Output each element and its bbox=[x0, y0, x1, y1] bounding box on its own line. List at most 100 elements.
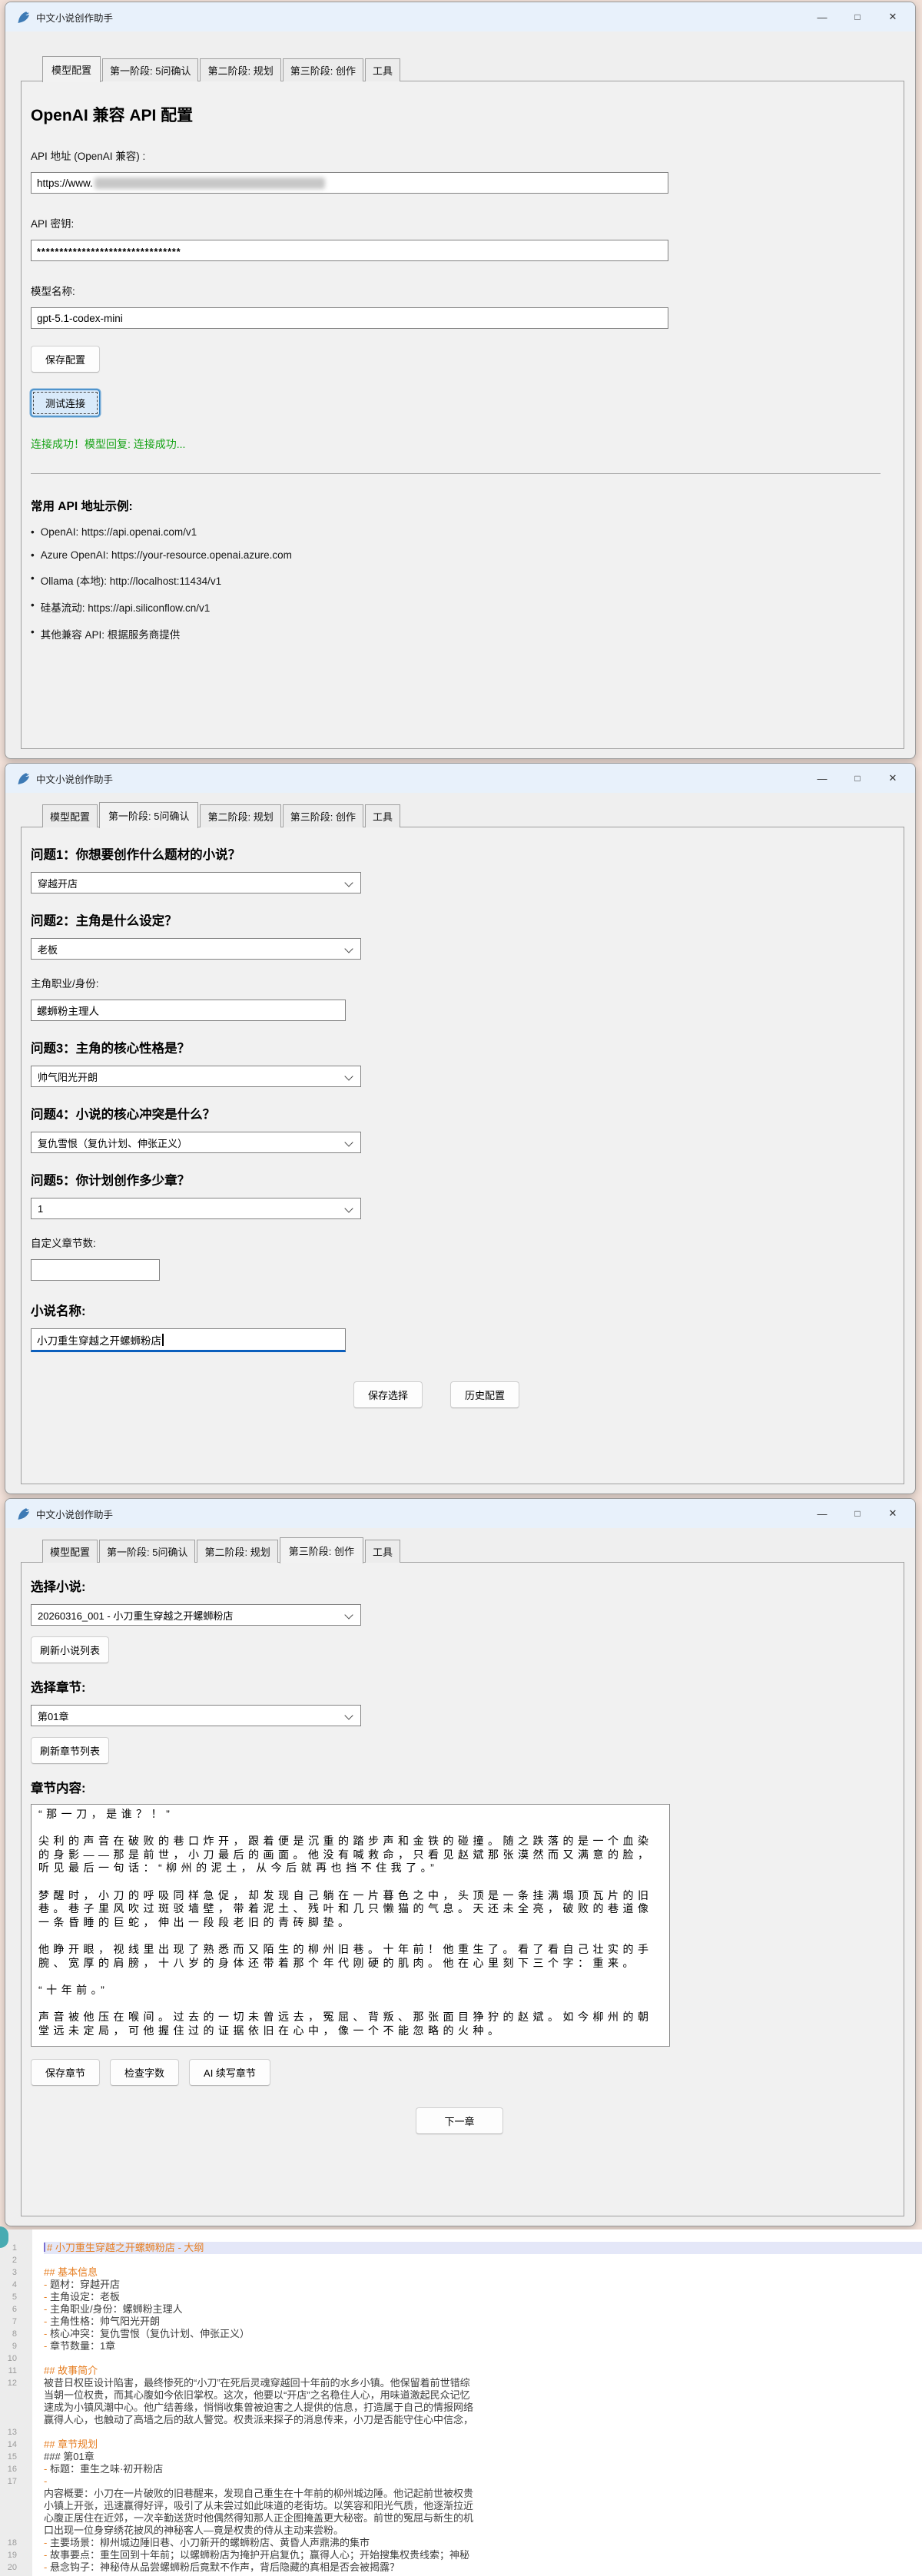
editor-row[interactable]: 速成为小镇风潮中心。他广结善缘，悄悄收集曾被迫害之人提供的信息，打造属于自己的情… bbox=[0, 2402, 922, 2414]
api-url-input[interactable]: https://www. bbox=[31, 172, 668, 194]
tab-stage2-planning[interactable]: 第二阶段: 规划 bbox=[200, 804, 280, 827]
editor-line-content: - 核心冲突：复仇雪恨（复仇计划、伸张正义） bbox=[44, 2328, 922, 2340]
chapter-count-select[interactable]: 1 bbox=[31, 1198, 361, 1219]
feather-app-icon bbox=[16, 772, 29, 785]
tab-model-config[interactable]: 模型配置 bbox=[42, 56, 101, 82]
refresh-chapters-button[interactable]: 刷新章节列表 bbox=[31, 1737, 109, 1764]
editor-row[interactable]: 5- 主角设定：老板 bbox=[0, 2291, 922, 2303]
protagonist-setting-select[interactable]: 老板 bbox=[31, 938, 361, 960]
editor-row[interactable]: 14## 章节规划 bbox=[0, 2438, 922, 2451]
editor-cursor bbox=[44, 2243, 45, 2252]
tab-model-config[interactable]: 模型配置 bbox=[42, 1540, 98, 1563]
line-number bbox=[0, 2500, 17, 2512]
editor-row[interactable]: 口出现一位身穿绣花披风的神秘客人—竟是权贵的侍从主动来尝粉。 bbox=[0, 2525, 922, 2537]
personality-select[interactable]: 帅气阳光开朗 bbox=[31, 1066, 361, 1087]
maximize-button[interactable]: □ bbox=[840, 2, 875, 31]
tab-stage1-5q[interactable]: 第一阶段: 5问确认 bbox=[102, 58, 198, 81]
history-config-button[interactable]: 历史配置 bbox=[450, 1381, 519, 1408]
novel-select[interactable]: 20260316_001 - 小刀重生穿越之开螺蛳粉店 bbox=[31, 1604, 361, 1626]
editor-row[interactable]: 7 - 主角性格：帅气阳光开朗 bbox=[0, 2316, 922, 2328]
minimize-button[interactable]: — bbox=[804, 1499, 840, 1528]
editor-row[interactable]: 4- 题材：穿越开店 bbox=[0, 2279, 922, 2291]
tab-tools[interactable]: 工具 bbox=[365, 58, 400, 81]
chapter-select-value: 第01章 bbox=[38, 1709, 68, 1723]
api-key-input[interactable]: ******************************** bbox=[31, 240, 668, 261]
tab-stage1-5q[interactable]: 第一阶段: 5问确认 bbox=[99, 1540, 195, 1563]
line-number: 3 bbox=[0, 2266, 17, 2279]
editor-row[interactable]: 心腹正居住在近郊，一次辛勤送货时他偶然得知那人正企图掩盖更大秘密。前世的冤屈与新… bbox=[0, 2512, 922, 2525]
conflict-select[interactable]: 复仇雪恨（复仇计划、伸张正义） bbox=[31, 1132, 361, 1153]
chapter-text-area[interactable]: “那一刀，是谁？！” 尖利的声音在破败的巷口炸开，跟着便是沉重的踏步声和金铁的碰… bbox=[31, 1804, 670, 2047]
editor-row[interactable]: 赢得人心，也触动了高墙之后的敌人警觉。权贵派来探子的消息传来，小刀是否能守住心中… bbox=[0, 2414, 922, 2426]
check-word-count-button[interactable]: 检查字数 bbox=[110, 2059, 179, 2086]
editor-row[interactable]: 11## 故事简介 bbox=[0, 2365, 922, 2377]
editor-row[interactable]: 当朝一位权贵，而其心腹如今依旧掌权。这次，他要以“开店”之名稳住人心，用味道激起… bbox=[0, 2389, 922, 2402]
chapter-select[interactable]: 第01章 bbox=[31, 1705, 361, 1726]
editor-row[interactable]: 2 bbox=[0, 2254, 922, 2266]
tab-stage3-writing[interactable]: 第三阶段: 创作 bbox=[283, 58, 363, 81]
close-button[interactable]: ✕ bbox=[875, 1499, 910, 1528]
titlebar: 中文小说创作助手 — □ ✕ bbox=[5, 2, 915, 31]
tab-tools[interactable]: 工具 bbox=[365, 1540, 400, 1563]
editor-line-content: - 标题：重生之味·初开粉店 bbox=[44, 2463, 922, 2475]
editor-line-content: - 主角性格：帅气阳光开朗 bbox=[44, 2316, 922, 2328]
tab-stage3-writing[interactable]: 第三阶段: 创作 bbox=[280, 1537, 363, 1563]
model-name-input[interactable]: gpt-5.1-codex-mini bbox=[31, 307, 668, 329]
connection-status: 连接成功！模型回复: 连接成功... bbox=[31, 436, 888, 452]
refresh-novels-button[interactable]: 刷新小说列表 bbox=[31, 1636, 109, 1663]
redacted-url-segment bbox=[95, 177, 325, 189]
api-url-label: API 地址 (OpenAI 兼容) : bbox=[31, 148, 888, 163]
close-button[interactable]: ✕ bbox=[875, 2, 910, 31]
line-number: 7 bbox=[0, 2316, 17, 2328]
next-chapter-button[interactable]: 下一章 bbox=[416, 2107, 502, 2134]
editor-row[interactable]: 13 bbox=[0, 2426, 922, 2438]
bullet-icon: • bbox=[31, 626, 35, 642]
editor-row[interactable]: 1# 小刀重生穿越之开螺蛳粉店 - 大纲 bbox=[0, 2242, 922, 2254]
editor-row[interactable]: 10 bbox=[0, 2352, 922, 2365]
close-button[interactable]: ✕ bbox=[875, 764, 910, 793]
editor-row[interactable]: 8- 核心冲突：复仇雪恨（复仇计划、伸张正义） bbox=[0, 2328, 922, 2340]
select-chapter-label: 选择章节: bbox=[31, 1677, 888, 1696]
editor-line-content: - 悬念钩子：神秘侍从品尝螺蛳粉后竟默不作声，背后隐藏的真相是否会被揭露？ bbox=[44, 2561, 922, 2574]
minimize-button[interactable]: — bbox=[804, 2, 840, 31]
text-cursor bbox=[162, 1334, 164, 1346]
editor-row[interactable]: 12被昔日权臣设计陷害，最终惨死的“小刀”在死后灵魂穿越回十年前的水乡小镇。他保… bbox=[0, 2377, 922, 2389]
test-connection-button[interactable]: 测试连接 bbox=[31, 390, 100, 416]
outline-editor[interactable]: 1# 小刀重生穿越之开螺蛳粉店 - 大纲23## 基本信息4- 题材：穿越开店5… bbox=[0, 2230, 922, 2576]
editor-row[interactable]: 20- 悬念钩子：神秘侍从品尝螺蛳粉后竟默不作声，背后隐藏的真相是否会被揭露？ bbox=[0, 2561, 922, 2574]
editor-row[interactable]: 17- bbox=[0, 2475, 922, 2488]
minimize-button[interactable]: — bbox=[804, 764, 840, 793]
tab-tools[interactable]: 工具 bbox=[365, 804, 400, 827]
editor-row[interactable]: 15### 第01章 bbox=[0, 2451, 922, 2463]
list-item: •硅基流动: https://api.siliconflow.cn/v1 bbox=[31, 599, 888, 615]
editor-row[interactable]: 19- 故事要点：重生回到十年前；以螺蛳粉店为掩护开启复仇；赢得人心；开始搜集权… bbox=[0, 2549, 922, 2561]
editor-row[interactable]: 6- 主角职业/身份：螺蛳粉主理人 bbox=[0, 2303, 922, 2316]
editor-row[interactable]: 18- 主要场景：柳州城边陲旧巷、小刀新开的螺蛳粉店、黄昏人声鼎沸的集市 bbox=[0, 2537, 922, 2549]
tab-stage2-planning[interactable]: 第二阶段: 规划 bbox=[200, 58, 280, 81]
ai-continue-button[interactable]: AI 续写章节 bbox=[189, 2059, 270, 2086]
tab-stage1-5q[interactable]: 第一阶段: 5问确认 bbox=[99, 802, 198, 828]
genre-value: 穿越开店 bbox=[38, 876, 78, 890]
tab-stage2-planning[interactable]: 第二阶段: 规划 bbox=[197, 1540, 277, 1563]
occupation-label: 主角职业/身份: bbox=[31, 975, 888, 990]
tab-stage3-writing[interactable]: 第三阶段: 创作 bbox=[283, 804, 363, 827]
maximize-button[interactable]: □ bbox=[840, 1499, 875, 1528]
genre-select[interactable]: 穿越开店 bbox=[31, 872, 361, 893]
editor-row[interactable]: 16- 标题：重生之味·初开粉店 bbox=[0, 2463, 922, 2475]
novel-name-input[interactable]: 小刀重生穿越之开螺蛳粉店 bbox=[31, 1328, 346, 1352]
save-config-button[interactable]: 保存配置 bbox=[31, 346, 100, 373]
question5-label: 问题5：你计划创作多少章？ bbox=[31, 1170, 888, 1189]
editor-line-content: 速成为小镇风潮中心。他广结善缘，悄悄收集曾被迫害之人提供的信息，打造属于自己的情… bbox=[44, 2402, 922, 2414]
editor-row[interactable]: 3## 基本信息 bbox=[0, 2266, 922, 2279]
editor-row[interactable]: 9- 章节数量：1章 bbox=[0, 2340, 922, 2352]
maximize-button[interactable]: □ bbox=[840, 764, 875, 793]
save-chapter-button[interactable]: 保存章节 bbox=[31, 2059, 100, 2086]
custom-chapters-input[interactable] bbox=[31, 1259, 160, 1281]
editor-row[interactable]: 小镇上开张，迅速赢得好评，吸引了从未尝过如此味道的老街坊。以笑容和阳光气质，他逐… bbox=[0, 2500, 922, 2512]
tab-model-config[interactable]: 模型配置 bbox=[42, 804, 98, 827]
occupation-input[interactable]: 螺蛳粉主理人 bbox=[31, 1000, 346, 1021]
save-selection-button[interactable]: 保存选择 bbox=[353, 1381, 423, 1408]
editor-row[interactable]: 内容概要：小刀在一片破败的旧巷醒来，发现自己重生在十年前的柳州城边陲。他记起前世… bbox=[0, 2488, 922, 2500]
list-item: •Azure OpenAI: https://your-resource.ope… bbox=[31, 549, 888, 561]
novel-name-label: 小说名称: bbox=[31, 1301, 888, 1319]
